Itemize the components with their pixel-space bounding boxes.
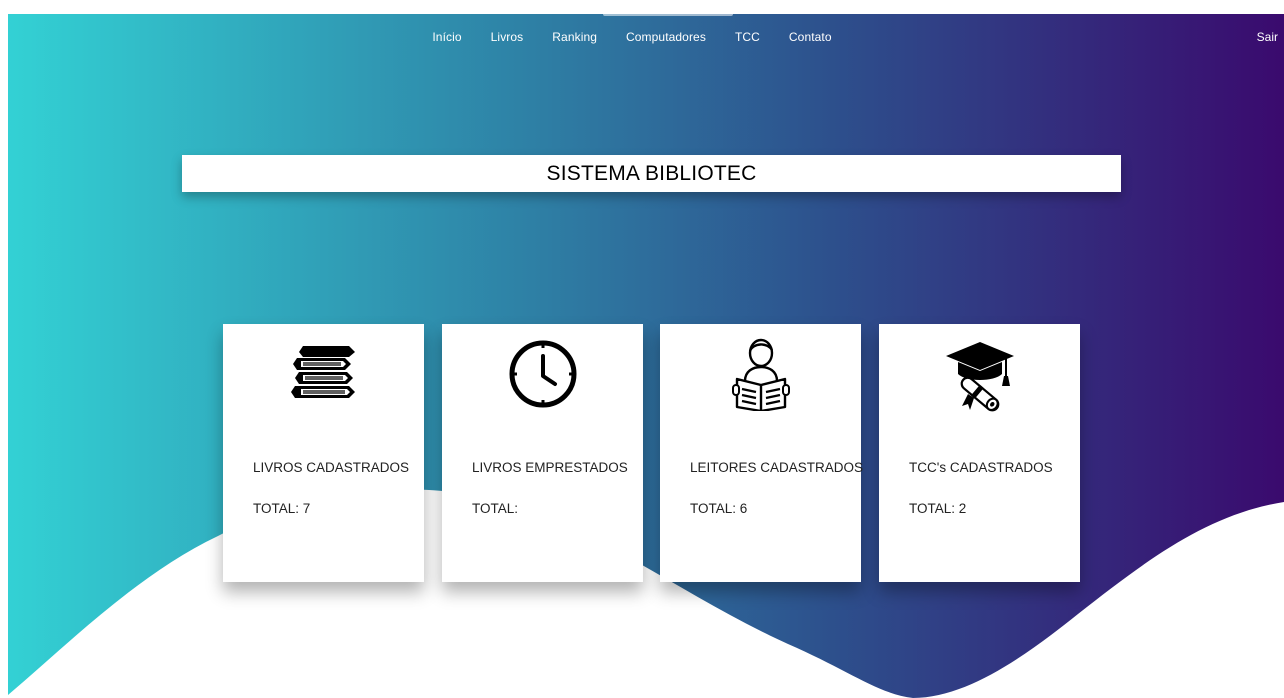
card-livros-emprestados[interactable]: LIVROS EMPRESTADOS TOTAL:: [442, 324, 643, 582]
card-total: TOTAL: 6: [690, 501, 748, 516]
card-label: LIVROS CADASTRADOS: [253, 460, 410, 475]
card-total: TOTAL: 2: [909, 501, 967, 516]
reader-icon: [660, 332, 861, 412]
card-leitores-cadastrados[interactable]: LEITORES CADASTRADOS TOTAL: 6: [660, 324, 864, 582]
card-label: LEITORES CADASTRADOS: [690, 460, 864, 475]
page-title-bar: SISTEMA BIBLIOTEC: [182, 155, 1121, 192]
nav-item-computadores[interactable]: Computadores: [626, 30, 706, 50]
graduation-cap-icon: [879, 332, 1080, 412]
nav-top-indicator: [603, 14, 733, 16]
card-total: TOTAL:: [472, 501, 519, 516]
clock-icon: [442, 332, 643, 412]
gradient-wave-background: [8, 14, 1284, 698]
card-label: LIVROS EMPRESTADOS: [472, 460, 628, 475]
card-total: TOTAL: 7: [253, 501, 311, 516]
page-title: SISTEMA BIBLIOTEC: [546, 161, 757, 185]
nav-item-livros[interactable]: Livros: [491, 30, 524, 50]
page-background: Início Livros Ranking Computadores TCC C…: [8, 14, 1284, 698]
nav-item-inicio[interactable]: Início: [432, 30, 461, 50]
nav-item-contato[interactable]: Contato: [789, 30, 832, 50]
books-stack-icon: [223, 332, 424, 412]
nav-item-ranking[interactable]: Ranking: [552, 30, 597, 50]
top-navigation: Início Livros Ranking Computadores TCC C…: [8, 30, 1284, 50]
card-livros-cadastrados[interactable]: LIVROS CADASTRADOS TOTAL: 7: [223, 324, 424, 582]
card-label: TCC's CADASTRADOS: [909, 460, 1053, 475]
logout-link[interactable]: Sair: [1257, 30, 1278, 44]
nav-item-tcc[interactable]: TCC: [735, 30, 760, 50]
card-tccs-cadastrados[interactable]: TCC's CADASTRADOS TOTAL: 2: [879, 324, 1080, 582]
